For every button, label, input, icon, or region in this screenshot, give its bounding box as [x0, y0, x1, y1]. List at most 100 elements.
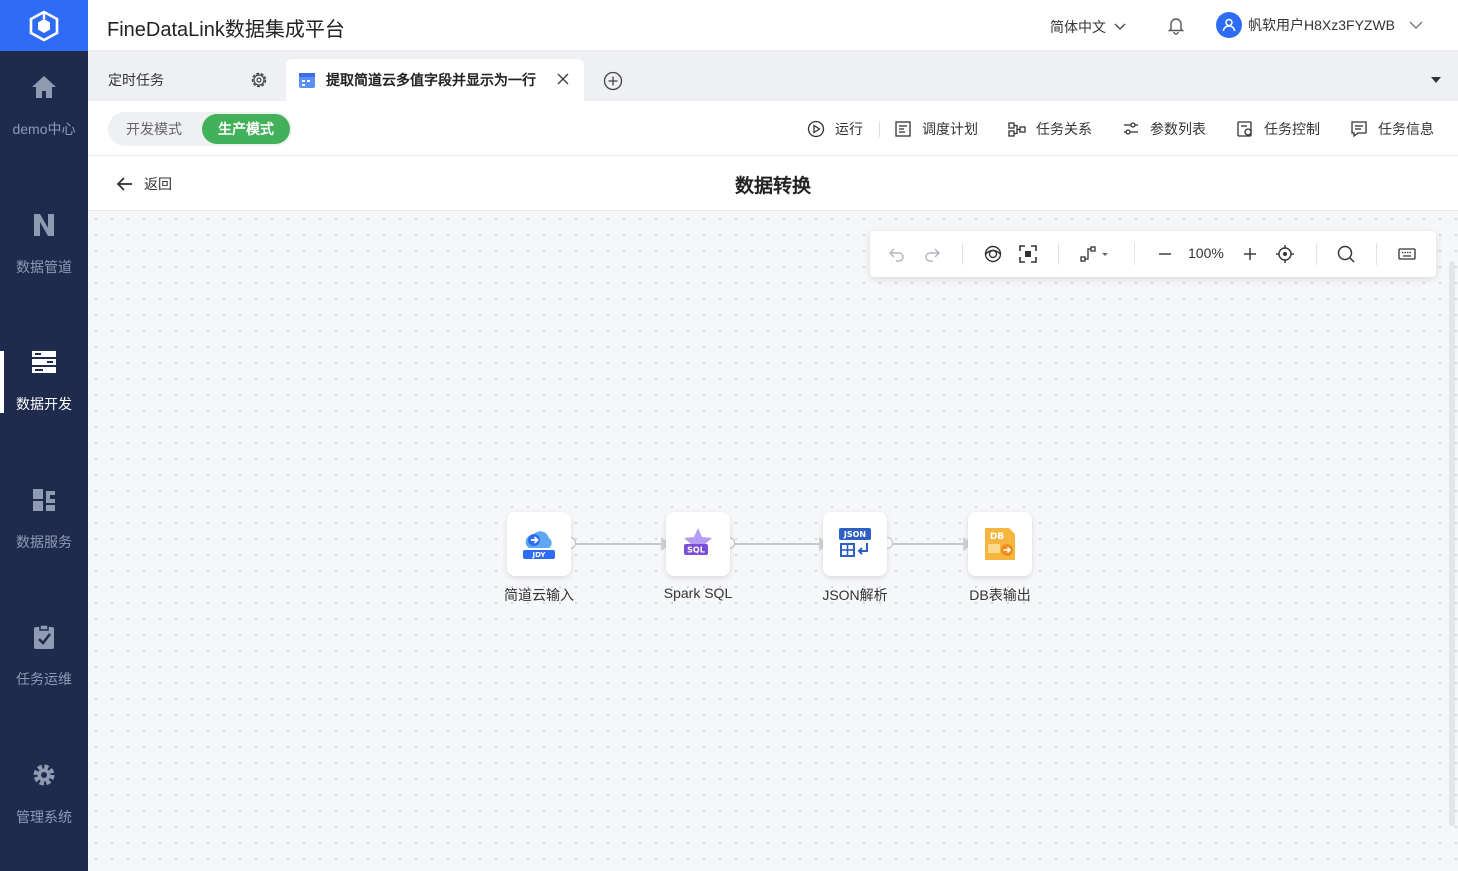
- sidebar-item-label: demo中心: [12, 121, 76, 137]
- prod-mode-button[interactable]: 生产模式: [202, 114, 290, 144]
- info-label: 任务信息: [1378, 121, 1434, 137]
- language-selector[interactable]: 简体中文: [1050, 17, 1126, 37]
- flow-edge: [893, 543, 971, 545]
- bell-icon[interactable]: [1166, 15, 1186, 35]
- calendar-icon: [299, 73, 315, 88]
- username: 帆软用户H8Xz3FYZWB: [1248, 17, 1396, 33]
- chevron-down-icon: [1114, 23, 1126, 31]
- language-label: 简体中文: [1050, 19, 1106, 35]
- control-button[interactable]: 任务控制: [1236, 119, 1320, 139]
- sidebar-item-label: 任务运维: [16, 671, 72, 687]
- tab-overflow-caret-icon[interactable]: [1431, 77, 1441, 83]
- relation-label: 任务关系: [1036, 121, 1092, 137]
- relation-icon: [1008, 122, 1026, 137]
- svg-text:DB: DB: [990, 532, 1004, 542]
- close-icon[interactable]: [556, 72, 570, 86]
- divider: [879, 121, 880, 137]
- sidebar-item-demo[interactable]: demo中心: [0, 51, 88, 161]
- task-control-icon: [1237, 121, 1252, 137]
- zoom-level: 100%: [1188, 245, 1224, 261]
- page-title: 数据转换: [734, 176, 811, 197]
- connector-style-icon[interactable]: [1080, 244, 1110, 264]
- clipboard-check-icon: [30, 623, 58, 651]
- app-title: FineDataLink数据集成平台: [107, 19, 345, 41]
- mode-toggle: 开发模式 生产模式: [108, 112, 292, 146]
- cube-logo-icon: [29, 10, 59, 41]
- locate-icon[interactable]: [1275, 244, 1295, 264]
- home-icon: [30, 73, 58, 101]
- pipeline-icon: [30, 211, 58, 239]
- tab-label: 提取简道云多值字段并显示为一行: [326, 72, 536, 88]
- flow-edge: [735, 543, 826, 545]
- run-button[interactable]: 运行: [807, 119, 863, 139]
- logo[interactable]: [0, 0, 88, 51]
- redo-icon[interactable]: [922, 244, 942, 264]
- keyboard-icon[interactable]: [1397, 244, 1417, 264]
- task-toolbar: 开发模式 生产模式 运行 调度计划 任务关系 参数列表 任务控制 任务信息: [88, 101, 1458, 156]
- arrow-left-icon: [116, 177, 132, 191]
- params-button[interactable]: 参数列表: [1122, 119, 1206, 139]
- divider: [1376, 243, 1377, 265]
- user-menu[interactable]: 帆软用户H8Xz3FYZWB: [1216, 12, 1423, 38]
- play-circle-icon: [807, 120, 825, 138]
- toolbar-actions: 运行 调度计划 任务关系 参数列表 任务控制 任务信息: [807, 119, 1434, 139]
- fit-view-icon[interactable]: [1018, 244, 1038, 264]
- zoom-in-icon[interactable]: [1240, 244, 1260, 264]
- service-icon: [30, 486, 58, 514]
- divider: [1058, 243, 1059, 265]
- node-jdy-input[interactable]: JDY: [507, 512, 571, 576]
- tab-scheduled-tasks[interactable]: 定时任务: [88, 59, 283, 101]
- search-icon[interactable]: [1336, 244, 1356, 264]
- info-button[interactable]: 任务信息: [1350, 119, 1434, 139]
- flow-edge: [576, 543, 668, 545]
- vertical-scrollbar[interactable]: [1449, 261, 1455, 826]
- sidebar-item-ops[interactable]: 任务运维: [0, 601, 88, 711]
- jdy-cloud-icon: JDY: [523, 531, 555, 559]
- relation-button[interactable]: 任务关系: [1008, 119, 1092, 139]
- svg-text:JDY: JDY: [532, 551, 547, 559]
- node-label: DB表输出: [969, 587, 1031, 603]
- node-spark-sql[interactable]: SQL: [666, 512, 730, 576]
- schedule-button[interactable]: 调度计划: [894, 119, 978, 139]
- message-icon: [1351, 121, 1367, 138]
- divider: [1134, 243, 1135, 265]
- sidebar-item-label: 数据管道: [16, 259, 72, 275]
- sidebar-item-service[interactable]: 数据服务: [0, 464, 88, 574]
- avatar: [1216, 12, 1242, 38]
- sidebar-item-pipeline[interactable]: 数据管道: [0, 189, 88, 299]
- sidebar-item-admin[interactable]: 管理系统: [0, 739, 88, 849]
- schedule-label: 调度计划: [922, 121, 978, 137]
- dev-icon: [30, 348, 58, 376]
- sidebar-item-dev[interactable]: 数据开发: [0, 326, 88, 436]
- settings-icon[interactable]: [249, 70, 269, 90]
- add-tab-icon[interactable]: [603, 71, 623, 91]
- tab-bar: 定时任务 提取简道云多值字段并显示为一行: [88, 51, 1458, 101]
- sidebar-item-label: 管理系统: [16, 809, 72, 825]
- page-heading: 数据转换 返回: [88, 156, 1458, 211]
- undo-icon[interactable]: [887, 244, 907, 264]
- flow-canvas[interactable]: 100% JDY 简道云输入 SQL Spark SQL JSON JSON解析…: [88, 211, 1458, 871]
- db-output-icon: DB: [985, 528, 1015, 560]
- back-button[interactable]: 返回: [116, 174, 172, 194]
- divider: [1316, 243, 1317, 265]
- sidebar-item-label: 数据服务: [16, 534, 72, 550]
- node-label: Spark SQL: [663, 585, 733, 601]
- chevron-down-icon: [1409, 21, 1423, 29]
- tab-label: 定时任务: [108, 72, 164, 88]
- svg-text:JSON: JSON: [843, 530, 866, 539]
- svg-text:SQL: SQL: [687, 546, 705, 555]
- params-label: 参数列表: [1150, 121, 1206, 137]
- node-label: 简道云输入: [504, 587, 574, 603]
- user-icon: [1222, 18, 1236, 32]
- top-header: FineDataLink数据集成平台 简体中文 帆软用户H8Xz3FYZWB: [88, 0, 1458, 51]
- zoom-out-icon[interactable]: [1155, 244, 1175, 264]
- preview-icon[interactable]: [983, 244, 1003, 264]
- sidebar: demo中心 数据管道 数据开发 数据服务 任务运维 管理系统: [0, 0, 88, 871]
- node-db-output[interactable]: DB: [968, 512, 1032, 576]
- tab-current-task[interactable]: 提取简道云多值字段并显示为一行: [286, 59, 584, 101]
- dev-mode-button[interactable]: 开发模式: [108, 114, 200, 144]
- sliders-icon: [1124, 122, 1138, 135]
- control-label: 任务控制: [1264, 121, 1320, 137]
- node-json-parse[interactable]: JSON: [823, 512, 887, 576]
- sidebar-item-label: 数据开发: [16, 396, 72, 412]
